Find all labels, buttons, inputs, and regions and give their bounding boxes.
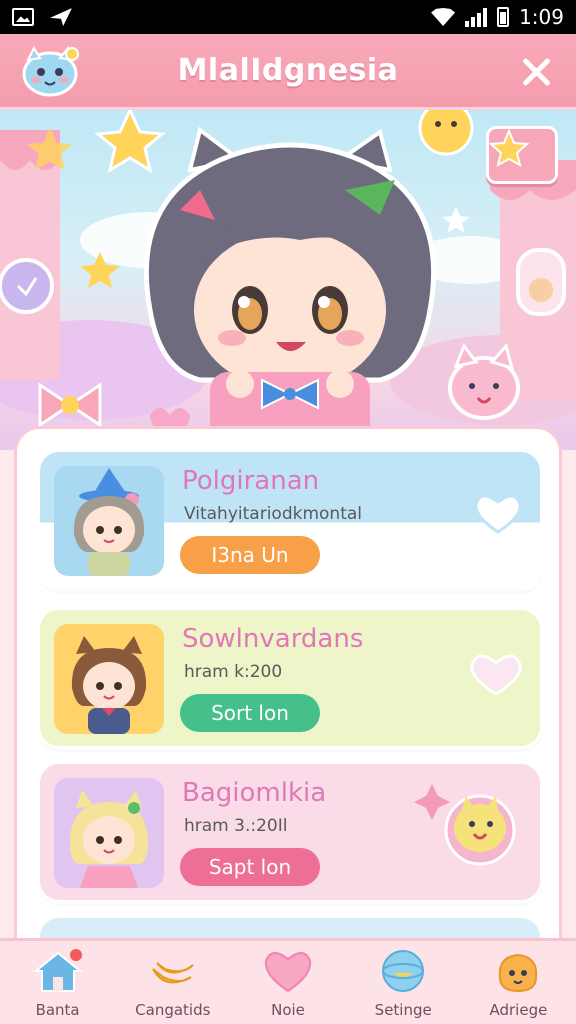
- character-avatar: [54, 778, 164, 888]
- nav-label: Cangatids: [135, 1001, 211, 1019]
- character-name: Polgiranan: [182, 466, 320, 496]
- banana-icon: [151, 962, 194, 984]
- character-illustration: [143, 126, 437, 450]
- gallery-notification-icon: [12, 8, 34, 26]
- heart-icon: [264, 952, 312, 993]
- nav-item-home[interactable]: Banta: [0, 941, 115, 1024]
- bottom-navigation: Banta Cangatids Noie Setinge Adriege: [0, 938, 576, 1024]
- nav-label: Setinge: [374, 1001, 432, 1019]
- heart-outline-icon: [470, 654, 522, 696]
- card-action-button[interactable]: Sapt lon: [180, 848, 320, 886]
- character-card[interactable]: Sowlnvardans hram k:200 Sort lon: [37, 607, 543, 749]
- card-action-button[interactable]: Sort lon: [180, 694, 320, 732]
- home-icon: [32, 949, 83, 992]
- brown-hair-character-icon: [71, 636, 147, 734]
- character-card[interactable]: Polgiranan Vitahyitariodkmontal I3na Un: [37, 449, 543, 591]
- hero-banner: [0, 110, 576, 450]
- nav-label: Noie: [271, 1001, 305, 1019]
- favorite-button[interactable]: [486, 126, 558, 184]
- title-bar: MlalIdgnesia: [0, 34, 576, 110]
- status-bar: 1:09: [0, 0, 576, 34]
- battery-icon: [497, 7, 510, 27]
- nav-label: Banta: [35, 1001, 80, 1019]
- app-screen: 1:09 MlalIdgnesia Polgiranan Vitahyitari…: [0, 0, 576, 1024]
- card-action-button[interactable]: I3na Un: [180, 536, 320, 574]
- character-list-panel: Polgiranan Vitahyitariodkmontal I3na Un: [14, 426, 562, 1024]
- star-icon: [489, 129, 529, 167]
- monster-icon: [499, 953, 538, 993]
- signal-icon: [465, 7, 488, 27]
- heart-outline-icon: [474, 494, 522, 534]
- nav-item-favorites[interactable]: Noie: [230, 941, 345, 1024]
- nav-label: Adriege: [489, 1001, 548, 1019]
- app-logo-icon[interactable]: [18, 46, 82, 98]
- nav-item-adriege[interactable]: Adriege: [461, 941, 576, 1024]
- character-name: Sowlnvardans: [182, 624, 364, 654]
- wizard-character-icon: [73, 468, 145, 576]
- nav-item-categories[interactable]: Cangatids: [115, 941, 230, 1024]
- character-subtitle: hram 3.:20Il: [184, 816, 288, 836]
- navigation-notification-icon: [50, 8, 72, 26]
- nav-item-settings[interactable]: Setinge: [346, 941, 461, 1024]
- wifi-icon: [431, 8, 456, 26]
- character-subtitle: Vitahyitariodkmontal: [184, 504, 362, 524]
- character-avatar: [54, 624, 164, 734]
- globe-icon: [382, 950, 425, 992]
- yellow-creature-icon: [414, 784, 516, 866]
- blonde-character-icon: [69, 790, 149, 888]
- close-button[interactable]: [516, 52, 556, 92]
- character-avatar: [54, 466, 164, 576]
- page-title: MlalIdgnesia: [177, 53, 399, 88]
- character-card[interactable]: Bagiomlkia hram 3.:20Il Sapt lon: [37, 761, 543, 903]
- character-subtitle: hram k:200: [184, 662, 283, 682]
- status-time: 1:09: [519, 5, 564, 29]
- character-name: Bagiomlkia: [182, 778, 327, 808]
